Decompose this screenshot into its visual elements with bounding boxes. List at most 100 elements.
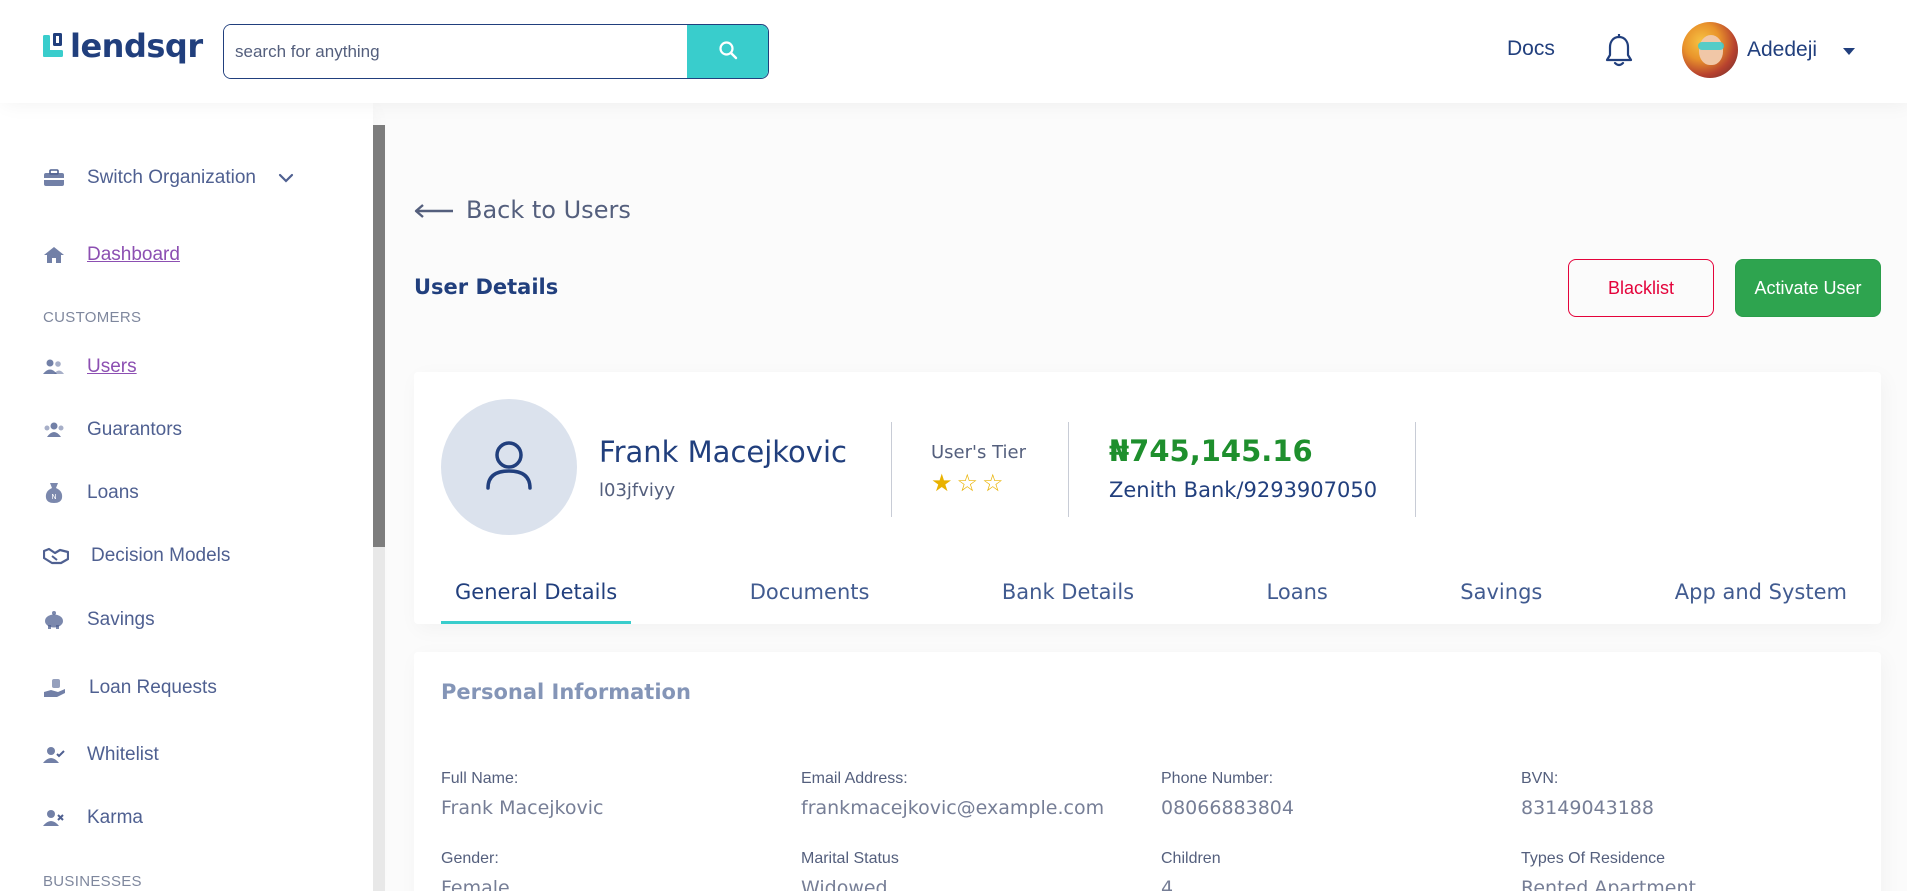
tab-label: Savings [1460,580,1543,604]
tab-general-details[interactable]: General Details [441,576,632,624]
field-bvn: BVN: 83149043188 [1521,770,1861,819]
notification-bell-icon[interactable] [1604,33,1634,72]
sidebar-item-loans[interactable]: N Loans [43,482,139,504]
field-value: Widowed [801,877,888,891]
switch-organization-dropdown[interactable]: Switch Organization [43,167,294,189]
activate-user-button[interactable]: Activate User [1735,259,1881,317]
field-phone: Phone Number: 08066883804 [1161,770,1501,819]
sidebar-item-decision-models[interactable]: Decision Models [43,545,230,567]
tab-label: General Details [455,580,618,604]
star-filled-icon: ★ [931,469,957,497]
field-children: Children 4 [1161,850,1501,891]
guarantors-icon [43,420,65,440]
briefcase-icon [43,168,65,188]
blacklist-button[interactable]: Blacklist [1568,259,1714,317]
tab-app-and-system[interactable]: App and System [1661,576,1861,624]
users-icon [43,357,65,377]
section-title: Personal Information [441,680,691,704]
sidebar-item-karma[interactable]: Karma [43,807,143,829]
search-button[interactable] [687,25,768,78]
logo-text: lendsqr [70,27,203,65]
sidebar-item-label: Guarantors [87,419,183,440]
field-label: Gender: [441,850,499,867]
sidebar-scrollbar-thumb[interactable] [373,125,385,547]
section-label-customers: CUSTOMERS [43,309,142,326]
profile-tabs: General Details Documents Bank Details Loan… [441,576,1861,624]
home-icon [43,245,65,265]
field-label: BVN: [1521,770,1559,787]
field-label: Types Of Residence [1521,850,1666,867]
star-empty-icon: ☆ [956,469,983,497]
sidebar: Switch Organization Dashboard CUSTOMERS … [0,103,373,891]
logo[interactable]: lendsqr [43,30,203,62]
sidebar-item-label: Whitelist [87,744,159,765]
sidebar-item-label: Dashboard [87,244,180,265]
star-empty-icon: ☆ [982,469,1008,497]
field-value: Frank Macejkovic [441,797,604,819]
field-label: Email Address: [801,770,908,787]
sidebar-item-label: Loan Requests [89,677,217,698]
top-bar: lendsqr Docs Adedeji [0,0,1907,103]
sidebar-item-dashboard[interactable]: Dashboard [43,244,180,266]
loan-request-icon [43,678,67,698]
tier-stars: ★☆☆ [931,469,1008,497]
sidebar-item-label: Decision Models [91,545,231,566]
tab-documents[interactable]: Documents [736,576,884,624]
avatar-glasses-graphic [1698,42,1724,50]
back-label: Back to Users [466,196,631,224]
docs-link[interactable]: Docs [1507,37,1555,61]
tab-label: Loans [1266,580,1328,604]
field-label: Marital Status [801,850,899,867]
search-bar [223,24,769,79]
personal-information-card: Personal Information Full Name: Frank Ma… [414,652,1881,891]
username-label[interactable]: Adedeji [1747,38,1817,62]
field-email: Email Address: frankmacejkovic@example.c… [801,770,1141,819]
profile-user-id: l03jfviyy [599,480,676,501]
page-title: User Details [414,275,559,299]
avatar[interactable] [1682,22,1738,78]
sidebar-item-label: Loans [87,482,139,503]
field-label: Children [1161,850,1221,867]
profile-name: Frank Macejkovic [599,435,847,469]
loan-sack-icon: N [43,483,65,503]
chevron-down-icon [278,167,294,189]
field-gender: Gender: Female [441,850,781,891]
field-value: 08066883804 [1161,797,1294,819]
divider [1068,422,1069,517]
tab-label: Bank Details [1001,580,1135,604]
divider [1415,422,1416,517]
bank-account: Zenith Bank/9293907050 [1109,478,1378,502]
field-value: 83149043188 [1521,797,1654,819]
field-value: frankmacejkovic@example.com [801,797,1105,819]
sidebar-item-loan-requests[interactable]: Loan Requests [43,677,217,699]
arrow-left-icon [414,196,466,224]
field-marital-status: Marital Status Widowed [801,850,1141,891]
profile-summary-card: Frank Macejkovic l03jfviyy User's Tier ★… [414,372,1881,624]
tab-label: App and System [1674,580,1847,604]
sidebar-item-label: Savings [87,609,155,630]
sidebar-item-users[interactable]: Users [43,356,137,378]
tab-loans[interactable]: Loans [1253,576,1342,624]
tab-bank-details[interactable]: Bank Details [988,576,1148,624]
user-x-icon [43,808,65,828]
tab-savings[interactable]: Savings [1446,576,1556,624]
field-residence-type: Types Of Residence Rented Apartment [1521,850,1861,891]
sidebar-item-savings[interactable]: Savings [43,609,155,631]
handshake-icon [43,546,69,566]
sidebar-item-label: Karma [87,807,143,828]
divider [891,422,892,517]
search-input[interactable] [224,25,687,78]
field-full-name: Full Name: Frank Macejkovic [441,770,781,819]
piggy-bank-icon [43,610,65,630]
sidebar-item-guarantors[interactable]: Guarantors [43,419,182,441]
logo-mark-icon [43,33,65,59]
avatar-face-graphic [1699,35,1723,65]
field-value: 4 [1161,877,1174,891]
user-check-icon [43,745,65,765]
section-label-businesses: BUSINESSES [43,873,142,890]
caret-down-icon[interactable] [1843,48,1855,55]
search-icon [718,40,738,64]
sidebar-item-whitelist[interactable]: Whitelist [43,744,159,766]
back-to-users-link[interactable]: Back to Users [414,196,631,224]
field-label: Phone Number: [1161,770,1274,787]
